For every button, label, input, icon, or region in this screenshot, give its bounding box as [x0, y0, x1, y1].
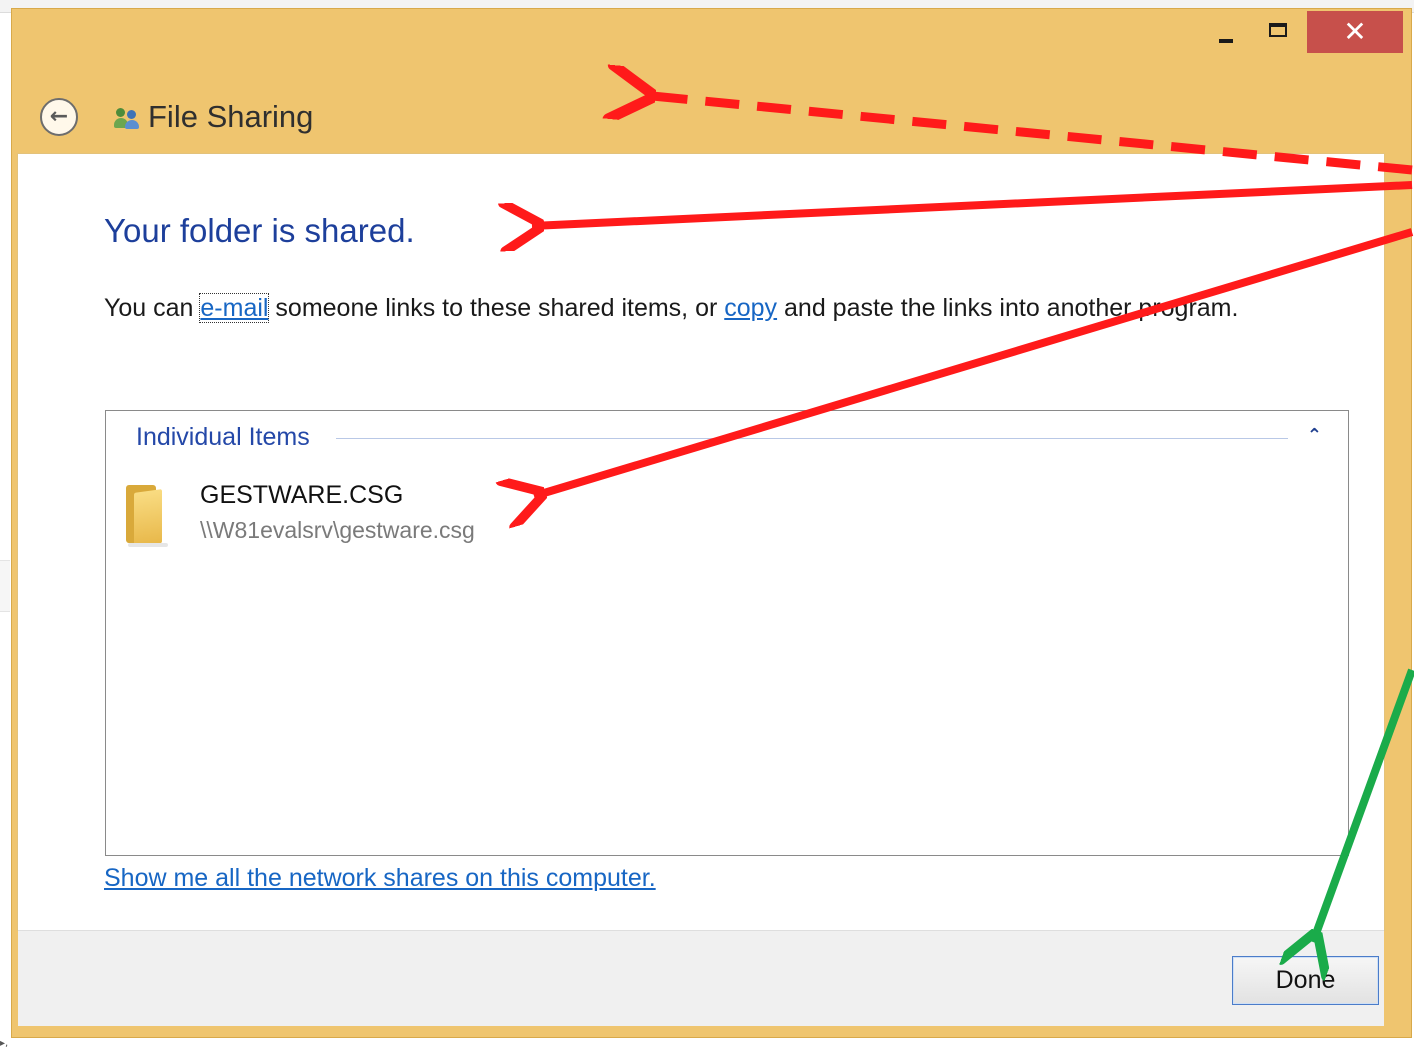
item-name: GESTWARE.CSG [200, 481, 404, 509]
folder-icon [122, 481, 172, 547]
group-divider [336, 438, 1288, 439]
background-text-fragment: ▸, [0, 1038, 9, 1049]
maximize-button[interactable] [1253, 11, 1307, 53]
maximize-icon [1269, 23, 1287, 37]
done-button[interactable]: Done [1232, 956, 1379, 1005]
desc-text-2: someone links to these shared items, or [268, 294, 725, 322]
email-link[interactable]: e-mail [199, 293, 270, 323]
file-sharing-icon [114, 104, 144, 130]
background-window-edge [0, 560, 10, 612]
list-item[interactable]: GESTWARE.CSG \\W81evalsrv\gestware.csg [120, 475, 620, 555]
network-shares-link[interactable]: Show me all the network shares on this c… [104, 864, 656, 893]
dialog-footer: Done [18, 930, 1384, 1026]
minimize-icon [1219, 39, 1233, 43]
back-button[interactable]: ← [40, 98, 78, 136]
copy-link[interactable]: copy [724, 294, 777, 322]
page-title: Your folder is shared. [104, 212, 415, 249]
item-path: \\W81evalsrv\gestware.csg [200, 517, 475, 543]
collapse-group-button[interactable]: ⌃ [1307, 425, 1322, 446]
desc-text-3: and paste the links into another program… [777, 294, 1239, 322]
caption-buttons: ✕ [1199, 11, 1403, 57]
share-description: You can e-mail someone links to these sh… [104, 293, 1239, 323]
minimize-button[interactable] [1199, 11, 1253, 53]
close-icon: ✕ [1343, 15, 1367, 48]
back-arrow-icon: ← [49, 104, 69, 129]
title-row: ← File Sharing [40, 95, 313, 139]
shared-items-list: Individual Items ⌃ GESTWARE.CSG \\W81eva… [105, 410, 1349, 980]
window-title: File Sharing [148, 99, 314, 134]
content-panel: Your folder is shared. You can e-mail so… [17, 153, 1385, 980]
group-header[interactable]: Individual Items [136, 423, 318, 452]
close-button[interactable]: ✕ [1307, 11, 1403, 53]
desc-text-1: You can [104, 294, 201, 322]
